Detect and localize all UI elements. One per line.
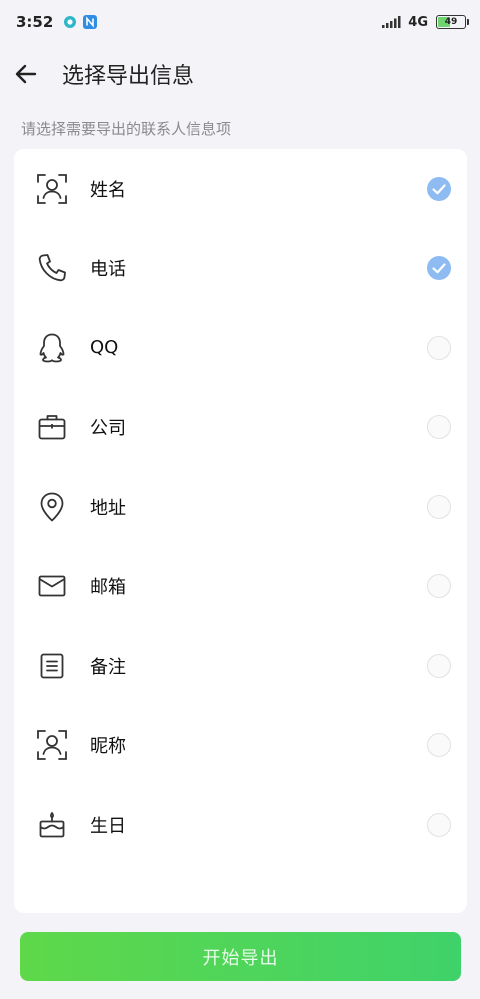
field-label: 昵称 [90,736,126,758]
field-label: 公司 [90,418,126,440]
page-title: 选择导出信息 [62,64,195,89]
field-label: 电话 [90,259,126,281]
signal-icon [382,13,402,32]
field-item-qq[interactable]: QQ [14,308,467,388]
field-label: 生日 [90,815,126,837]
field-label: 地址 [90,497,126,519]
back-button[interactable] [12,60,40,88]
start-export-button[interactable]: 开始导出 [20,932,461,981]
checkmark-icon [432,184,446,195]
briefcase-icon [36,411,68,443]
arrow-left-icon [15,64,37,84]
field-item-nickname[interactable]: 昵称 [14,706,467,786]
app-n-notification-icon [83,15,98,29]
field-checkbox[interactable] [427,335,451,360]
field-checkbox[interactable] [427,733,451,758]
field-item-email[interactable]: 邮箱 [14,547,467,627]
field-checkbox[interactable] [427,494,451,519]
export-field-list: 姓名 电话 QQ 公司 地址 邮箱 备注 昵称 生日 [14,149,467,913]
field-checkbox[interactable] [427,574,451,599]
field-item-phone[interactable]: 电话 [14,229,467,309]
checkmark-icon [432,263,446,274]
note-icon [36,650,68,682]
field-checkbox[interactable] [427,653,451,678]
field-label: 备注 [90,656,126,678]
birthday-cake-icon [36,809,68,841]
person-frame-icon [36,173,68,205]
battery-icon: 49 [436,15,469,29]
header: 选择导出信息 [0,50,480,98]
field-checkbox[interactable] [427,415,451,440]
network-type: 4G [408,14,428,30]
battery-percent: 49 [444,17,458,27]
status-time: 3:52 [16,13,54,31]
field-label: 邮箱 [90,577,126,599]
field-checkbox[interactable] [427,812,451,837]
person-frame-icon [36,729,68,761]
envelope-icon [36,570,68,602]
app-notification-icon [63,15,77,29]
field-item-address[interactable]: 地址 [14,467,467,547]
status-indicators: 4G 49 [382,13,469,32]
instruction-text: 请选择需要导出的联系人信息项 [21,120,232,138]
field-item-company[interactable]: 公司 [14,388,467,468]
field-item-note[interactable]: 备注 [14,626,467,706]
status-bar: 3:52 4G 49 [0,0,480,44]
field-checkbox[interactable] [427,176,451,201]
field-item-birthday[interactable]: 生日 [14,785,467,865]
location-pin-icon [36,491,68,523]
phone-icon [36,252,68,284]
field-checkbox[interactable] [427,256,451,281]
field-item-name[interactable]: 姓名 [14,149,467,229]
field-label: QQ [90,337,119,359]
qq-penguin-icon [36,332,68,364]
field-label: 姓名 [90,179,126,201]
